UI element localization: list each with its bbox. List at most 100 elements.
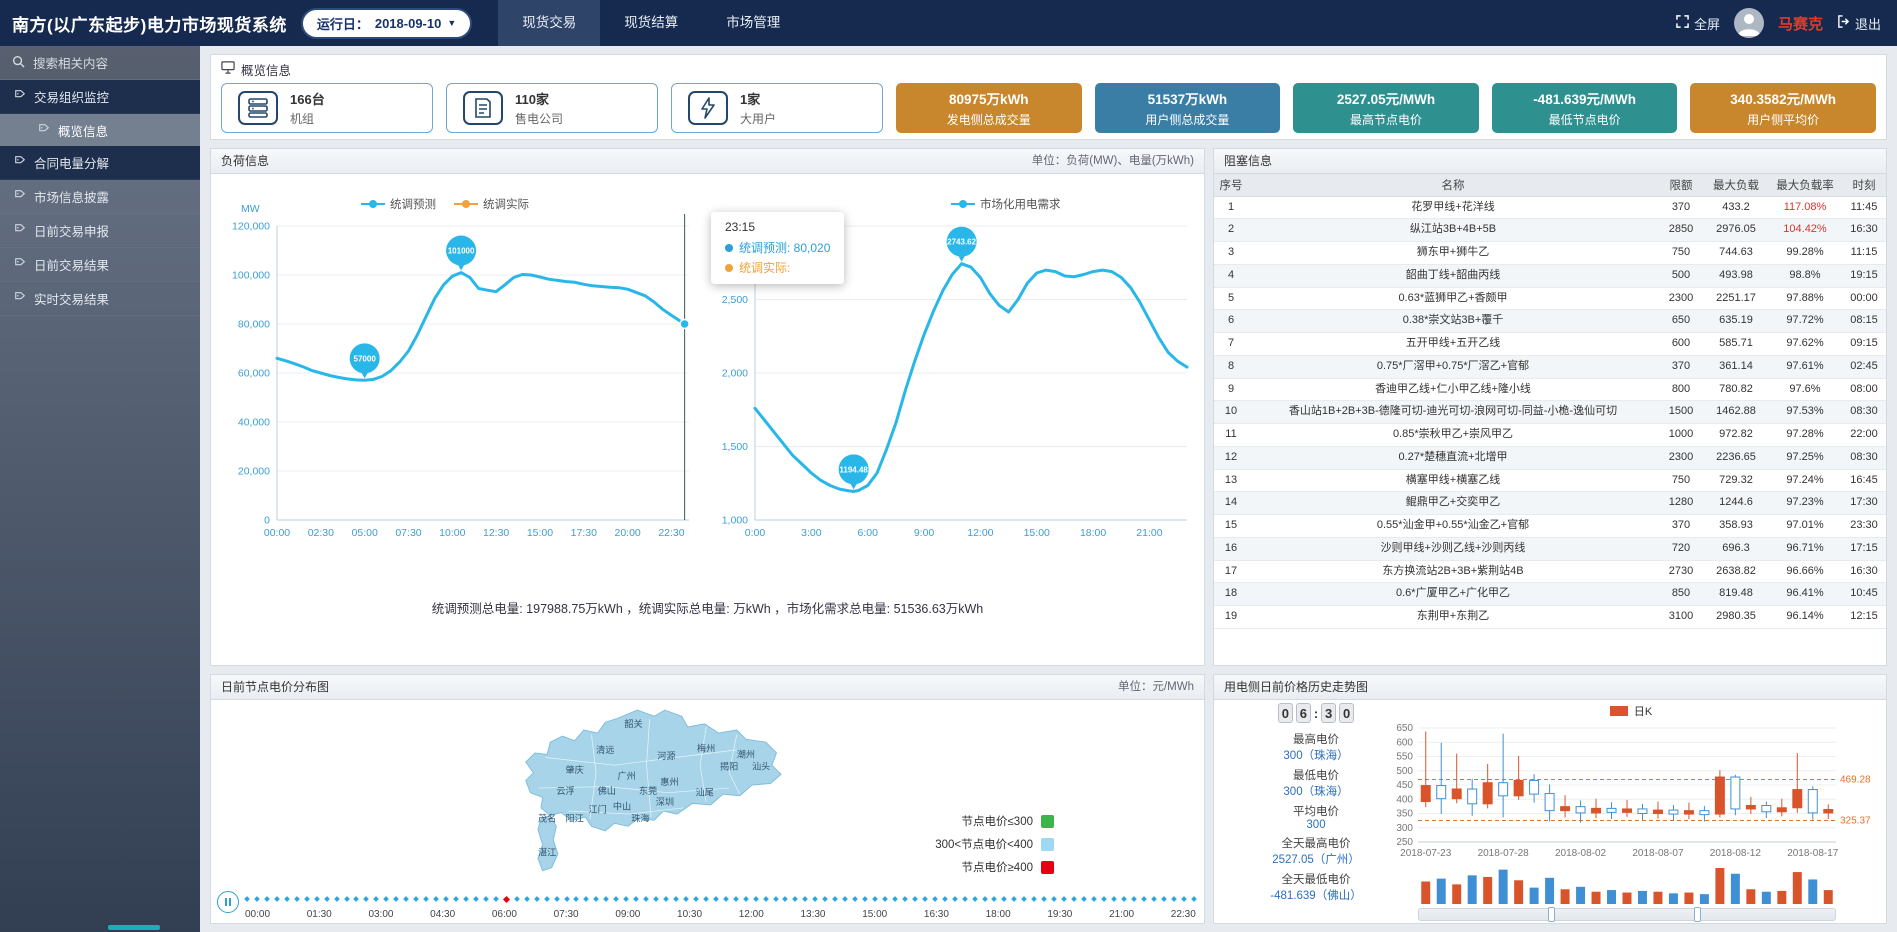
- timeline-dot[interactable]: [663, 896, 669, 902]
- sidebar-item[interactable]: 日前交易结果: [0, 248, 200, 282]
- timeline-dot[interactable]: [584, 896, 590, 902]
- timeline-dot[interactable]: [534, 896, 540, 902]
- avatar[interactable]: [1734, 8, 1764, 38]
- timeline-dot[interactable]: [1071, 896, 1077, 902]
- legend-item[interactable]: 统调实际: [454, 196, 529, 212]
- kline-range-slider[interactable]: [1418, 908, 1836, 921]
- timeline-dot[interactable]: [1041, 896, 1047, 902]
- timeline-dot[interactable]: [942, 896, 948, 902]
- price-stat-value[interactable]: -481.639（佛山）: [1270, 887, 1361, 903]
- sidebar-item[interactable]: 合同电量分解: [0, 146, 200, 180]
- info-card[interactable]: 166台机组: [221, 83, 433, 133]
- timeline-dot[interactable]: [623, 896, 629, 902]
- fullscreen-button[interactable]: 全屏: [1676, 14, 1720, 33]
- metric-card[interactable]: 80975万kWh发电侧总成交量: [896, 83, 1082, 133]
- timeline-dots[interactable]: [245, 893, 1196, 905]
- timeline-dot[interactable]: [274, 896, 280, 902]
- timeline-dot[interactable]: [433, 896, 439, 902]
- timeline-dot[interactable]: [393, 896, 399, 902]
- guangdong-map[interactable]: 韶关清远河源梅州潮州揭阳汕头汕尾惠州广州肇庆云浮佛山东莞深圳中山珠海江门阳江茂名…: [471, 704, 819, 876]
- price-stat-value[interactable]: 2527.05（广州）: [1272, 851, 1360, 867]
- timeline-dot[interactable]: [1012, 896, 1018, 902]
- timeline-dot[interactable]: [1161, 896, 1167, 902]
- timeline-dot[interactable]: [783, 896, 789, 902]
- timeline-dot[interactable]: [892, 896, 898, 902]
- timeline-dot[interactable]: [324, 896, 330, 902]
- timeline-dot[interactable]: [1171, 896, 1177, 902]
- timeline-dot[interactable]: [723, 896, 729, 902]
- timeline-dot[interactable]: [403, 896, 409, 902]
- price-stat-value[interactable]: 300（珠海）: [1283, 783, 1348, 799]
- kline-chart[interactable]: 650600550500450400350300250469.28325.372…: [1380, 720, 1882, 908]
- timeline-dot[interactable]: [982, 896, 988, 902]
- timeline-dot[interactable]: [743, 896, 749, 902]
- timeline-dot[interactable]: [763, 896, 769, 902]
- timeline-dot[interactable]: [822, 896, 828, 902]
- timeline-dot[interactable]: [633, 896, 639, 902]
- run-date-select[interactable]: 运行日： 2018-09-10 ▼: [301, 8, 472, 39]
- metric-card[interactable]: 2527.05元/MWh最高节点电价: [1293, 83, 1479, 133]
- sidebar-item[interactable]: 实时交易结果: [0, 282, 200, 316]
- timeline-dot[interactable]: [952, 896, 958, 902]
- kline-legend[interactable]: 日K: [1380, 702, 1882, 720]
- timeline-dot[interactable]: [314, 896, 320, 902]
- congestion-table-wrap[interactable]: 序号名称限额最大负载最大负载率时刻1花罗甲线+花洋线370433.2117.08…: [1214, 174, 1886, 666]
- timeline-dot[interactable]: [294, 896, 300, 902]
- sidebar-scrollbar[interactable]: [108, 925, 160, 930]
- timeline-dot[interactable]: [603, 896, 609, 902]
- timeline-dot[interactable]: [882, 896, 888, 902]
- timeline-dot[interactable]: [473, 896, 479, 902]
- timeline-dot[interactable]: [503, 895, 510, 902]
- price-stat-value[interactable]: 300（珠海）: [1283, 747, 1348, 763]
- timeline-dot[interactable]: [1091, 896, 1097, 902]
- timeline-dot[interactable]: [842, 896, 848, 902]
- timeline-dot[interactable]: [1151, 896, 1157, 902]
- timeline-dot[interactable]: [264, 896, 270, 902]
- timeline-dot[interactable]: [613, 896, 619, 902]
- timeline-dot[interactable]: [254, 896, 260, 902]
- timeline-dot[interactable]: [1181, 896, 1187, 902]
- timeline-dot[interactable]: [284, 896, 290, 902]
- timeline-dot[interactable]: [803, 896, 809, 902]
- timeline-dot[interactable]: [493, 896, 499, 902]
- metric-card[interactable]: -481.639元/MWh最低节点电价: [1492, 83, 1678, 133]
- sidebar-subitem[interactable]: 概览信息: [0, 114, 200, 146]
- timeline-dot[interactable]: [514, 896, 520, 902]
- timeline-dot[interactable]: [852, 896, 858, 902]
- timeline-dot[interactable]: [524, 896, 530, 902]
- timeline-dot[interactable]: [1111, 896, 1117, 902]
- timeline-dot[interactable]: [673, 896, 679, 902]
- header-tab[interactable]: 现货交易: [498, 0, 600, 46]
- timeline-dot[interactable]: [862, 896, 868, 902]
- timeline-dot[interactable]: [384, 896, 390, 902]
- timeline-dot[interactable]: [364, 896, 370, 902]
- timeline-dot[interactable]: [483, 896, 489, 902]
- timeline-dot[interactable]: [374, 896, 380, 902]
- timeline-dot[interactable]: [413, 896, 419, 902]
- timeline-dot[interactable]: [753, 896, 759, 902]
- timeline-dot[interactable]: [972, 896, 978, 902]
- timeline-dot[interactable]: [812, 896, 818, 902]
- timeline-dot[interactable]: [643, 896, 649, 902]
- timeline-dot[interactable]: [1121, 896, 1127, 902]
- info-card[interactable]: 110家售电公司: [446, 83, 658, 133]
- timeline-dot[interactable]: [793, 896, 799, 902]
- timeline-dot[interactable]: [733, 896, 739, 902]
- price-stat-value[interactable]: 300: [1306, 819, 1325, 831]
- timeline-dot[interactable]: [1101, 896, 1107, 902]
- legend-item[interactable]: 统调预测: [361, 196, 436, 212]
- timeline-dot[interactable]: [653, 896, 659, 902]
- timeline-dot[interactable]: [922, 896, 928, 902]
- timeline-dot[interactable]: [962, 896, 968, 902]
- timeline-play-button[interactable]: [217, 891, 239, 913]
- metric-card[interactable]: 340.3582元/MWh用户侧平均价: [1690, 83, 1876, 133]
- timeline-dot[interactable]: [1141, 896, 1147, 902]
- timeline-dot[interactable]: [1031, 896, 1037, 902]
- load-forecast-chart[interactable]: 020,00040,00060,00080,000100,000120,0000…: [215, 178, 699, 548]
- header-tab[interactable]: 现货结算: [600, 0, 702, 46]
- timeline-dot[interactable]: [564, 896, 570, 902]
- info-card[interactable]: 1家大用户: [671, 83, 883, 133]
- timeline-dot[interactable]: [1051, 896, 1057, 902]
- timeline-dot[interactable]: [1061, 896, 1067, 902]
- timeline-dot[interactable]: [693, 896, 699, 902]
